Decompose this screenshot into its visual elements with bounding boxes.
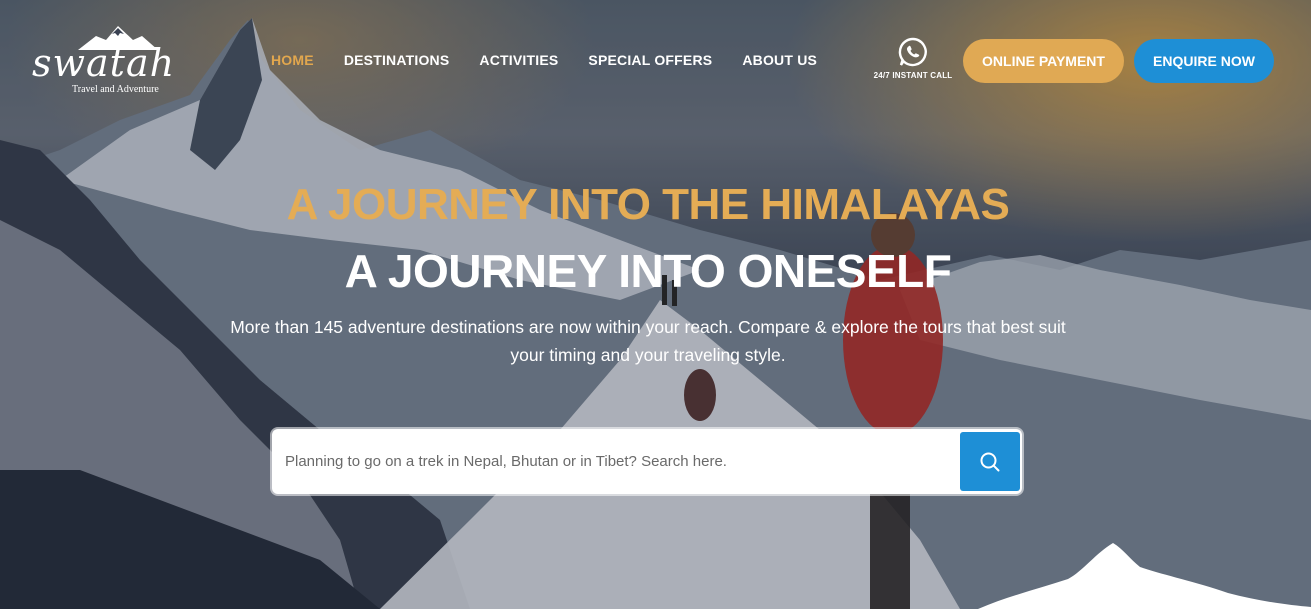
decorative-peak-shape <box>978 543 1311 609</box>
whatsapp-call-link[interactable]: 24/7 INSTANT CALL <box>870 37 956 80</box>
brand-name: swatah <box>32 41 176 85</box>
hero-subtitle: More than 145 adventure destinations are… <box>230 317 1066 365</box>
nav-item-special-offers[interactable]: SPECIAL OFFERS <box>588 52 712 68</box>
enquire-now-button[interactable]: ENQUIRE NOW <box>1134 39 1274 83</box>
nav-item-about-us[interactable]: ABOUT US <box>742 52 817 68</box>
whatsapp-label: 24/7 INSTANT CALL <box>873 71 953 80</box>
hero-headline-secondary: A JOURNEY INTO ONESELF <box>344 245 952 297</box>
brand-logo[interactable]: swatah Travel and Adventure <box>32 26 214 98</box>
nav-item-destinations[interactable]: DESTINATIONS <box>344 52 450 68</box>
search-button[interactable] <box>960 432 1020 491</box>
search-icon <box>980 452 1000 471</box>
nav-item-home[interactable]: HOME <box>271 52 314 68</box>
main-nav: HOME DESTINATIONS ACTIVITIES SPECIAL OFF… <box>271 52 847 68</box>
hero-headline-primary: A JOURNEY INTO THE HIMALAYAS <box>286 180 1010 229</box>
search-bar <box>272 429 1022 494</box>
nav-item-activities[interactable]: ACTIVITIES <box>479 52 558 68</box>
search-input[interactable] <box>272 429 958 494</box>
online-payment-button[interactable]: ONLINE PAYMENT <box>963 39 1124 83</box>
whatsapp-icon <box>898 37 927 67</box>
brand-tagline: Travel and Adventure <box>72 84 159 95</box>
